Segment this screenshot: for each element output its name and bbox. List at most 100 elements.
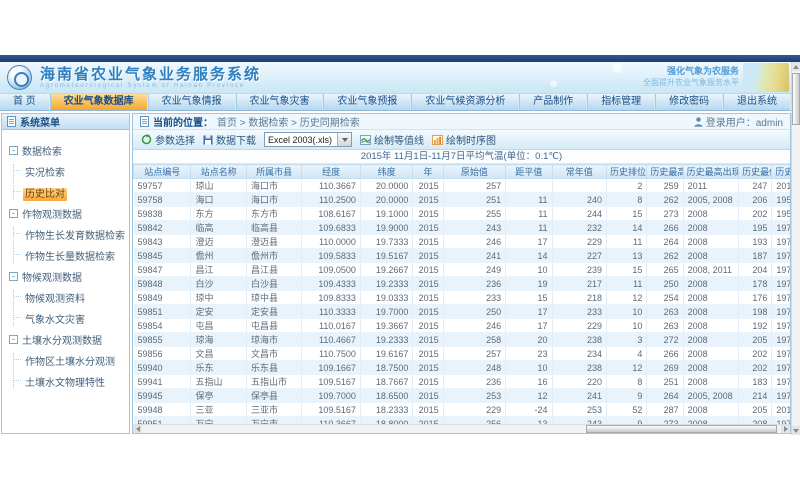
v-scroll-thumb[interactable]: [792, 73, 800, 125]
table-row[interactable]: 59848白沙白沙县109.433319.2333201523619217112…: [134, 277, 791, 291]
scroll-down-arrow[interactable]: [792, 426, 800, 435]
top-accent-bar: [0, 55, 800, 62]
table-cell: 白沙县: [246, 277, 301, 291]
table-cell: 1970: [772, 221, 790, 235]
tree-item[interactable]: 作物区土壤水分观测: [23, 353, 127, 368]
table-row[interactable]: 59854屯昌屯昌县110.016719.3667201524617229102…: [134, 319, 791, 333]
breadcrumb-path[interactable]: 首页 > 数据检索 > 历史同期检索: [217, 114, 360, 129]
tree-group[interactable]: -物候观测数据: [9, 269, 127, 284]
scroll-right-arrow[interactable]: [781, 425, 790, 433]
tree-group[interactable]: -作物观测数据: [9, 206, 127, 221]
table-row[interactable]: 59757琼山海口市110.366720.0000201525722592011…: [134, 179, 791, 193]
table-cell: 2008: [683, 221, 738, 235]
table-cell: 233: [443, 291, 506, 305]
nav-item[interactable]: 产品制作: [519, 94, 587, 110]
contour-icon: [360, 135, 371, 145]
table-row[interactable]: 59849琼中琼中县109.833319.0333201523315218122…: [134, 291, 791, 305]
table-row[interactable]: 59855琼海琼海市110.466719.2333201525820238327…: [134, 333, 791, 347]
table-row[interactable]: 59838东方东方市108.616719.1000201525511244152…: [134, 207, 791, 221]
table-row[interactable]: 59856文昌文昌市110.750019.6167201525723234426…: [134, 347, 791, 361]
table-cell: 2008: [683, 235, 738, 249]
nav-item[interactable]: 农业气象情报: [148, 94, 236, 110]
format-select[interactable]: Excel 2003(.xls): [264, 132, 352, 147]
collapse-icon[interactable]: -: [9, 335, 18, 344]
h-scroll-thumb[interactable]: [586, 425, 777, 433]
table-cell: 三亚市: [246, 403, 301, 417]
table-cell: 11: [506, 193, 552, 207]
table-cell: 2008: [683, 291, 738, 305]
collapse-icon[interactable]: -: [9, 146, 18, 155]
table-cell: 232: [552, 221, 606, 235]
table-row[interactable]: 59948三亚三亚市109.516718.23332015229-2425352…: [134, 403, 791, 417]
table-cell: 273: [647, 417, 683, 425]
nav-item[interactable]: 农业气象预报: [323, 94, 411, 110]
scroll-left-arrow[interactable]: [133, 425, 142, 433]
table-row[interactable]: 59851定安定安县110.333319.7000201525017233102…: [134, 305, 791, 319]
dropdown-arrow-icon[interactable]: [337, 133, 351, 146]
table-cell: 2008: [683, 207, 738, 221]
table-cell: 11: [506, 221, 552, 235]
table-cell: 2008: [683, 417, 738, 425]
table-row[interactable]: 59845儋州儋州市109.583319.5167201524114227132…: [134, 249, 791, 263]
nav-item[interactable]: 农业气象数据库: [50, 94, 148, 110]
table-row[interactable]: 59758海口海口市110.250020.0000201525111240826…: [134, 193, 791, 207]
table-row[interactable]: 59941五指山五指山市109.516718.76672015236162208…: [134, 375, 791, 389]
tree-group[interactable]: -数据检索: [9, 143, 127, 158]
tree-item[interactable]: 历史比对: [23, 185, 127, 200]
table-cell: 2015: [413, 277, 443, 291]
tree-item[interactable]: 气象水文灾害: [23, 311, 127, 326]
table-row[interactable]: 59847昌江昌江县109.050019.2667201524910239152…: [134, 263, 791, 277]
table-cell: 109.1667: [302, 361, 361, 375]
collapse-icon[interactable]: -: [9, 272, 18, 281]
scroll-up-arrow[interactable]: [792, 62, 800, 71]
table-cell: 195: [739, 221, 772, 235]
tree-item-label: 作物区土壤水分观测: [23, 356, 117, 369]
table-cell: 178: [739, 277, 772, 291]
nav-item[interactable]: 首 页: [0, 94, 50, 110]
table-cell: 18.7500: [360, 361, 412, 375]
table-cell: 五指山市: [246, 375, 301, 389]
nav-item[interactable]: 农业气候资源分析: [411, 94, 519, 110]
table-cell: 15: [606, 263, 646, 277]
collapse-icon[interactable]: -: [9, 209, 18, 218]
nav-item[interactable]: 农业气象灾害: [236, 94, 324, 110]
table-cell: 8: [606, 375, 646, 389]
table-cell: 205: [739, 403, 772, 417]
table-cell: 2008: [683, 277, 738, 291]
table-cell: 59847: [134, 263, 191, 277]
h-scrollbar[interactable]: [133, 424, 790, 433]
table-row[interactable]: 59940乐东乐东县109.166718.7500201524810238122…: [134, 361, 791, 375]
table-cell: 19.2333: [360, 277, 412, 291]
table-cell: 2008: [683, 361, 738, 375]
v-scrollbar[interactable]: [791, 62, 800, 435]
table-cell: 2008: [683, 305, 738, 319]
table-row[interactable]: 59945保亭保亭县109.700018.6500201525312241926…: [134, 389, 791, 403]
tree-item[interactable]: 实况检索: [23, 164, 127, 179]
nav-item[interactable]: 指标管理: [587, 94, 655, 110]
nav-item[interactable]: 退出系统: [723, 94, 791, 110]
data-download-button[interactable]: 数据下载: [203, 132, 256, 147]
timeseries-button[interactable]: 绘制时序图: [432, 132, 496, 147]
table-row[interactable]: 59951万宁万宁市110.366718.8000201525613243927…: [134, 417, 791, 425]
table-row[interactable]: 59842临高临高县109.683319.9000201524311232142…: [134, 221, 791, 235]
table-cell: 13: [606, 249, 646, 263]
tree-item[interactable]: 土壤水文物理特性: [23, 374, 127, 389]
tree-item[interactable]: 物候观测资料: [23, 290, 127, 305]
table-cell: 2008: [683, 375, 738, 389]
nav-item[interactable]: 修改密码: [655, 94, 723, 110]
table-row[interactable]: 59843澄迈澄迈县110.000019.7333201524617229112…: [134, 235, 791, 249]
table-cell: 1970: [772, 361, 790, 375]
table-cell: 202: [739, 347, 772, 361]
tree-item[interactable]: 作物生长量数据检索: [23, 248, 127, 263]
banner-slogan: 强化气象为农服务 全面提升农业气象服务水平: [643, 65, 739, 88]
table-cell: 12: [606, 291, 646, 305]
table-cell: 19.2667: [360, 263, 412, 277]
table-cell: 18.7667: [360, 375, 412, 389]
table-cell: 10: [506, 263, 552, 277]
table-cell: 10: [506, 361, 552, 375]
tree-group-label: 物候观测数据: [22, 269, 82, 284]
param-select-button[interactable]: 参数选择: [141, 132, 195, 147]
tree-item[interactable]: 作物生长发育数据检索: [23, 227, 127, 242]
tree-group[interactable]: -土壤水分观测数据: [9, 332, 127, 347]
contour-button[interactable]: 绘制等值线: [360, 132, 424, 147]
